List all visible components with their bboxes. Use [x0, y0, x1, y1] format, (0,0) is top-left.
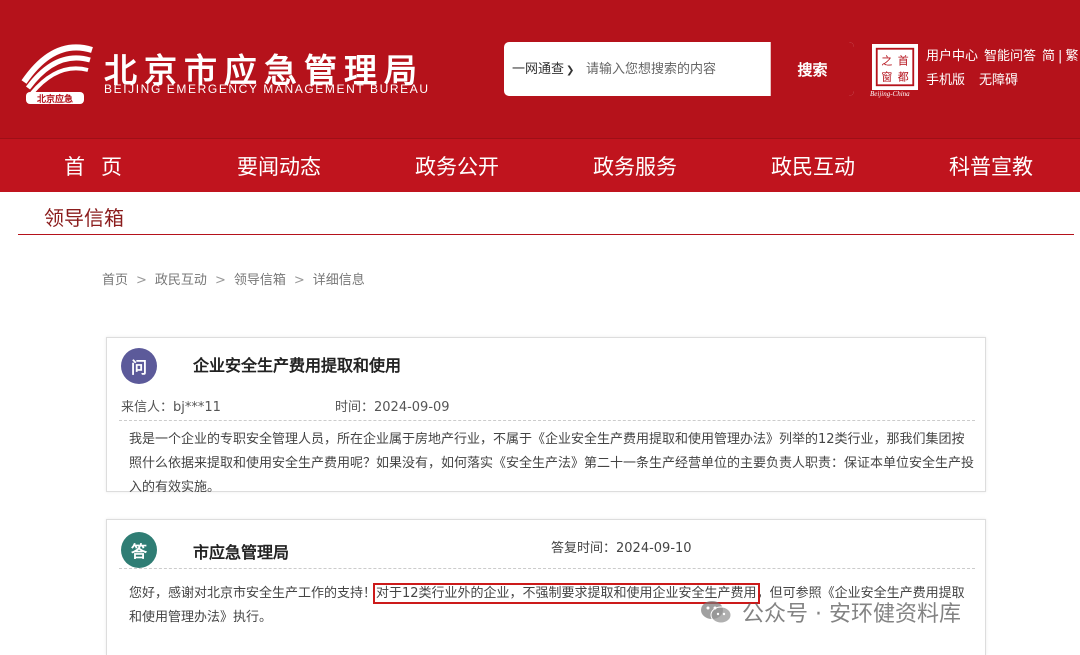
top-links: 用户中心 智能问答简 | 繁 手机版 无障碍: [926, 45, 1080, 93]
breadcrumb-home[interactable]: 首页: [102, 273, 128, 288]
watermark-text: 公众号 · 安环健资料库: [742, 602, 961, 627]
nav-item-interaction[interactable]: 政民互动: [724, 139, 902, 192]
answer-badge: 答: [121, 532, 157, 568]
svg-text:窗: 窗: [881, 70, 892, 84]
nav-item-gov-services[interactable]: 政务服务: [546, 139, 724, 192]
reply-time: 答复时间：2024-09-10: [551, 541, 692, 556]
nav-item-science[interactable]: 科普宣教: [902, 139, 1080, 192]
question-title: 企业安全生产费用提取和使用: [193, 356, 402, 375]
accessibility-link[interactable]: 无障碍: [979, 73, 1018, 88]
title-divider: [18, 234, 1074, 235]
site-subtitle: BEIJING EMERGENCY MANAGEMENT BUREAU: [104, 82, 430, 96]
search-input[interactable]: [586, 56, 766, 82]
user-center-link[interactable]: 用户中心: [926, 49, 978, 64]
search-scope-label: 一网通查: [512, 62, 565, 77]
svg-text:首: 首: [898, 54, 909, 67]
simplified-link[interactable]: 简: [1042, 49, 1055, 64]
capital-seal-icon[interactable]: 之 首 窗 都: [872, 44, 918, 90]
nav-item-home[interactable]: 首页: [0, 139, 190, 192]
svg-text:北京应急: 北京应急: [37, 93, 73, 105]
question-card: 问 企业安全生产费用提取和使用 来信人：bj***11 时间：2024-09-0…: [106, 337, 986, 495]
breadcrumb-separator: >: [214, 273, 226, 288]
search-scope-select[interactable]: 一网通查 ❯: [512, 58, 574, 77]
page-title: 领导信箱: [44, 206, 124, 230]
traditional-link[interactable]: 繁: [1065, 49, 1078, 64]
sender-label: 来信人：bj***11: [121, 400, 221, 415]
nav-item-gov-info[interactable]: 政务公开: [368, 139, 546, 192]
wechat-icon: [701, 601, 732, 624]
mobile-link[interactable]: 手机版: [926, 73, 965, 88]
breadcrumb: 首页 > 政民互动 > 领导信箱 > 详细信息: [102, 269, 365, 288]
answer-card: 答 市应急管理局 答复时间：2024-09-10 您好，感谢对北京市安全生产工作…: [106, 519, 986, 655]
search-button[interactable]: 搜索: [770, 42, 854, 96]
search-box: 一网通查❯ 搜索: [504, 42, 854, 96]
chevron-down-icon: ❯: [566, 65, 575, 76]
dashed-divider: [119, 420, 975, 421]
question-body: 我是一个企业的专职安全管理人员，所在企业属于房地产行业，不属于《企业安全生产费用…: [129, 432, 975, 495]
breadcrumb-current: 详细信息: [312, 273, 365, 288]
dashed-divider: [119, 568, 975, 569]
breadcrumb-separator: >: [293, 273, 305, 288]
bureau-emblem-icon[interactable]: 北京应急: [18, 30, 96, 108]
watermark: 公众号 · 安环健资料库: [700, 596, 961, 628]
svg-text:之: 之: [881, 53, 892, 67]
capital-caption: Beijing-China: [870, 90, 910, 98]
answer-body-intro: 您好，感谢对北京市安全生产工作的支持！: [129, 586, 377, 601]
breadcrumb-mailbox[interactable]: 领导信箱: [234, 273, 286, 288]
link-divider: |: [1058, 49, 1063, 64]
question-badge: 问: [121, 348, 157, 384]
breadcrumb-separator: >: [136, 273, 147, 288]
site-header: 北京应急 北京市应急管理局 BEIJING EMERGENCY MANAGEME…: [0, 0, 1080, 138]
svg-text:都: 都: [898, 71, 909, 84]
nav-item-news[interactable]: 要闻动态: [190, 139, 368, 192]
question-time: 时间：2024-09-09: [335, 400, 450, 415]
breadcrumb-interaction[interactable]: 政民互动: [155, 273, 207, 288]
main-nav: 首页 要闻动态 政务公开 政务服务 政民互动 科普宣教: [0, 138, 1080, 192]
smart-qa-link[interactable]: 智能问答: [984, 49, 1036, 64]
answer-title: 市应急管理局: [193, 543, 290, 562]
